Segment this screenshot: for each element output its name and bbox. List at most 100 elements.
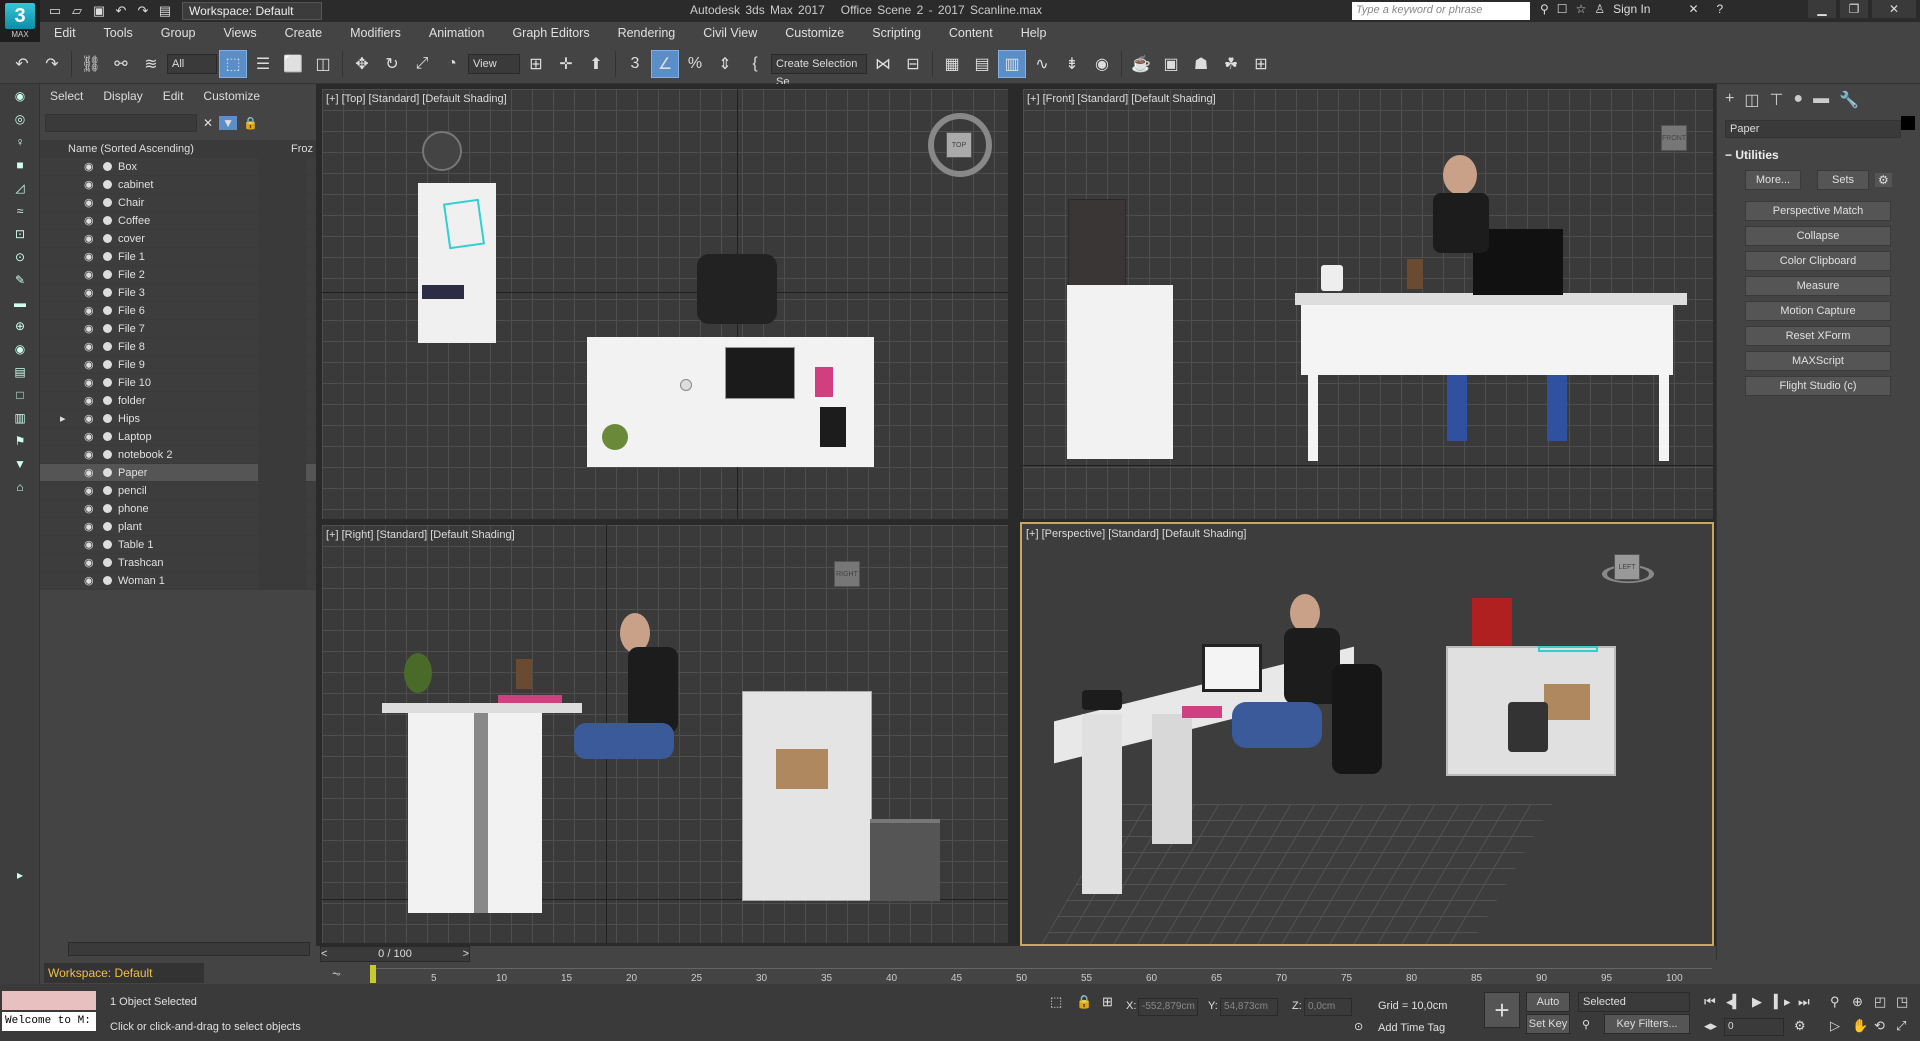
visibility-eye-icon[interactable]: ◉: [84, 356, 94, 374]
visibility-eye-icon[interactable]: ◉: [84, 158, 94, 176]
menu-modifiers[interactable]: Modifiers: [336, 22, 415, 44]
render-toggle-icon[interactable]: [103, 540, 112, 549]
z-coordinate-field[interactable]: 0,0cm: [1304, 998, 1352, 1016]
render-toggle-icon[interactable]: [103, 198, 112, 207]
scene-list-item[interactable]: ◉ plant: [40, 518, 316, 536]
menu-create[interactable]: Create: [271, 22, 337, 44]
frozen-cell[interactable]: [258, 410, 306, 427]
rotate-icon[interactable]: ↻: [378, 50, 406, 78]
zoom-all-icon[interactable]: ⊕: [1852, 994, 1863, 1010]
render-toggle-icon[interactable]: [103, 270, 112, 279]
viewport-label-front[interactable]: [+] [Front] [Standard] [Default Shading]: [1027, 93, 1216, 105]
visibility-eye-icon[interactable]: ◉: [84, 212, 94, 230]
viewport-label-right[interactable]: [+] [Right] [Standard] [Default Shading]: [326, 529, 515, 541]
visibility-eye-icon[interactable]: ◉: [84, 230, 94, 248]
visibility-icon[interactable]: ◉: [10, 342, 30, 360]
visibility-eye-icon[interactable]: ◉: [84, 554, 94, 572]
render-production-icon[interactable]: ☗: [1187, 50, 1215, 78]
brush-icon[interactable]: ⚑: [10, 434, 30, 452]
scene-list-item[interactable]: ◉ Laptop: [40, 428, 316, 446]
move-icon[interactable]: ✥: [348, 50, 376, 78]
edit-named-selection-icon[interactable]: {: [741, 50, 769, 78]
time-tag-icon[interactable]: ⊙: [1354, 1020, 1363, 1033]
sign-in-link[interactable]: Sign In: [1613, 2, 1650, 16]
rectangular-selection-icon[interactable]: ⬜: [279, 50, 307, 78]
close-button[interactable]: ✕: [1872, 0, 1916, 18]
zoom-extents-icon[interactable]: ◰: [1874, 994, 1886, 1010]
scene-list-item[interactable]: ◉ File 2: [40, 266, 316, 284]
maximize-viewport-icon[interactable]: ⤢: [1896, 1018, 1906, 1034]
key-filters-button[interactable]: Key Filters...: [1604, 1014, 1690, 1034]
render-toggle-icon[interactable]: [103, 216, 112, 225]
minimize-button[interactable]: ▁: [1808, 0, 1836, 18]
previous-frame-icon[interactable]: ◂▍: [1726, 994, 1743, 1010]
display-tab-icon[interactable]: ▬: [1813, 90, 1829, 110]
render-setup-icon[interactable]: ☕: [1127, 50, 1155, 78]
auto-key-button[interactable]: Auto Key: [1526, 992, 1570, 1026]
menu-views[interactable]: Views: [209, 22, 270, 44]
visibility-eye-icon[interactable]: ◉: [84, 500, 94, 518]
field-of-view-icon[interactable]: ▷: [1830, 1018, 1840, 1034]
menu-help[interactable]: Help: [1007, 22, 1061, 44]
visibility-eye-icon[interactable]: ◉: [84, 374, 94, 392]
viewport-perspective[interactable]: [+] [Perspective] [Standard] [Default Sh…: [1020, 522, 1714, 946]
orbit-icon[interactable]: ⟲: [1874, 1018, 1885, 1034]
frozen-cell[interactable]: [258, 176, 306, 193]
select-manipulate-icon[interactable]: ✛: [552, 50, 580, 78]
viewcube-right[interactable]: RIGHT: [834, 561, 860, 587]
render-toggle-icon[interactable]: [103, 486, 112, 495]
visibility-eye-icon[interactable]: ◉: [84, 518, 94, 536]
render-toggle-icon[interactable]: [103, 576, 112, 585]
scene-list-item[interactable]: ◉ Box: [40, 158, 316, 176]
scene-list-scrollbar[interactable]: [68, 942, 310, 956]
menu-rendering[interactable]: Rendering: [604, 22, 690, 44]
selection-filter-dropdown[interactable]: All: [167, 53, 217, 74]
light-icon[interactable]: ♀: [10, 135, 30, 153]
visibility-eye-icon[interactable]: ◉: [84, 320, 94, 338]
filter-icon[interactable]: ▼: [10, 457, 30, 475]
flight-studio-button[interactable]: Flight Studio (c): [1745, 376, 1891, 396]
scene-list-item[interactable]: ◉ cabinet: [40, 176, 316, 194]
redo-icon[interactable]: ↷: [38, 50, 66, 78]
render-toggle-icon[interactable]: [103, 234, 112, 243]
viewport-right[interactable]: [+] [Right] [Standard] [Default Shading]…: [321, 524, 1009, 944]
frozen-cell[interactable]: [258, 392, 306, 409]
configure-sets-icon[interactable]: ⚙: [1875, 173, 1892, 187]
viewport-front[interactable]: [+] [Front] [Standard] [Default Shading]…: [1022, 88, 1714, 520]
bind-space-warp-icon[interactable]: ≋: [137, 50, 165, 78]
scene-list-item[interactable]: ◉ Paper: [40, 464, 316, 482]
viewcube-front[interactable]: FRONT: [1661, 125, 1687, 151]
reset-xform-button[interactable]: Reset XForm: [1745, 326, 1891, 346]
new-file-icon[interactable]: ▭: [46, 3, 64, 19]
spinner-snap-icon[interactable]: ⇕: [711, 50, 739, 78]
visibility-eye-icon[interactable]: ◉: [84, 302, 94, 320]
menu-group[interactable]: Group: [147, 22, 210, 44]
binoculars-icon[interactable]: ⚲: [1540, 2, 1549, 16]
menu-tools[interactable]: Tools: [90, 22, 147, 44]
pan-icon[interactable]: ✋: [1852, 1018, 1868, 1034]
scene-list-item[interactable]: ◉ File 9: [40, 356, 316, 374]
play-icon[interactable]: ▶: [1752, 994, 1762, 1010]
scene-list-item[interactable]: ◉ File 8: [40, 338, 316, 356]
rendered-frame-window-icon[interactable]: ▣: [1157, 50, 1185, 78]
frozen-cell[interactable]: [258, 536, 306, 553]
time-slider-next-icon[interactable]: >: [463, 947, 469, 961]
visibility-eye-icon[interactable]: ◉: [84, 248, 94, 266]
absolute-mode-icon[interactable]: ⊞: [1102, 994, 1113, 1010]
render-toggle-icon[interactable]: [103, 468, 112, 477]
scene-list-item[interactable]: ◉ Table 1: [40, 536, 316, 554]
filter-icon[interactable]: ▼: [219, 116, 237, 130]
current-frame-marker[interactable]: [370, 965, 376, 983]
search-input[interactable]: Type a keyword or phrase: [1352, 2, 1530, 20]
visibility-eye-icon[interactable]: ◉: [84, 410, 94, 428]
create-tab-icon[interactable]: +: [1725, 90, 1734, 110]
time-slider-prev-icon[interactable]: <: [321, 947, 327, 961]
pivot-center-icon[interactable]: ⊞: [522, 50, 550, 78]
frozen-cell[interactable]: [258, 212, 306, 229]
render-toggle-icon[interactable]: [103, 342, 112, 351]
link-icon[interactable]: ⛓: [77, 50, 105, 78]
visibility-eye-icon[interactable]: ◉: [84, 338, 94, 356]
visibility-eye-icon[interactable]: ◉: [84, 464, 94, 482]
render-toggle-icon[interactable]: [103, 558, 112, 567]
render-toggle-icon[interactable]: [103, 432, 112, 441]
